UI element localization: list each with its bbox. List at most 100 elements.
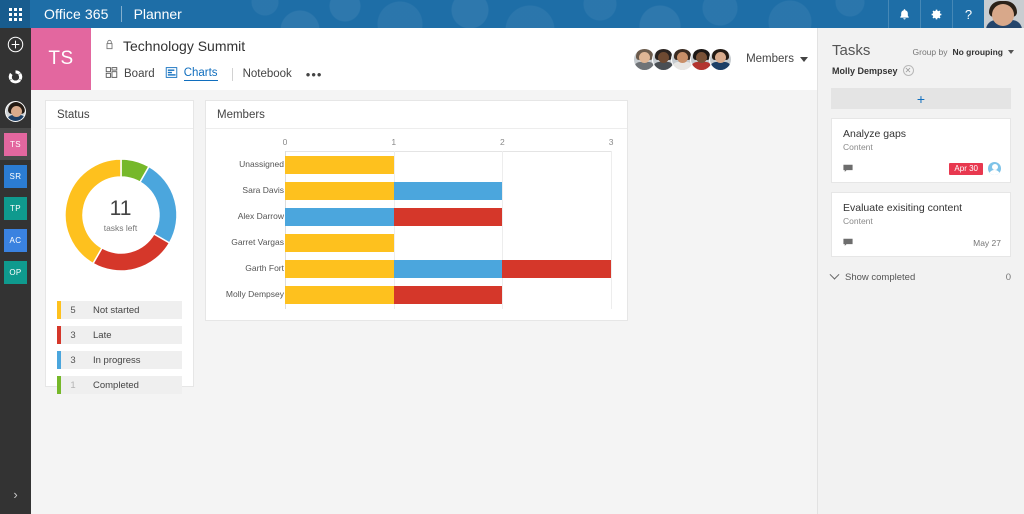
- page-title: Technology Summit: [123, 38, 246, 54]
- legend-label: Completed: [93, 379, 139, 391]
- bar-segment-in-progress[interactable]: [393, 260, 503, 278]
- rail-expand-button[interactable]: ›: [0, 474, 31, 514]
- tasks-panel-title: Tasks: [832, 42, 871, 59]
- bar-row: Garth Fort: [206, 260, 629, 278]
- bar-segment-not-started[interactable]: [285, 286, 394, 304]
- charts-icon: [165, 66, 178, 82]
- bar-segment-late[interactable]: [502, 260, 612, 278]
- plan-avatar-tile: TS: [31, 28, 91, 90]
- rail-plan-tile-sr[interactable]: SR: [0, 160, 31, 192]
- x-axis-tick-2: 2: [500, 137, 505, 147]
- office365-suite-bar: Office 365 Planner ?: [0, 0, 1024, 28]
- bar-segment-not-started[interactable]: [285, 156, 394, 174]
- help-question-icon[interactable]: ?: [952, 0, 984, 28]
- plan-name-row: Technology Summit: [105, 37, 245, 55]
- members-bar-chart: 0 1 2 3 Unassigned Sara Davis Alex Darrow Garr…: [206, 129, 629, 321]
- rail-plan-tile-initials: TP: [4, 196, 27, 220]
- bar-segment-late[interactable]: [393, 286, 503, 304]
- lock-icon: [105, 37, 114, 55]
- member-avatar-list: [633, 47, 733, 71]
- x-axis-tick-0: 0: [282, 137, 288, 147]
- task-card-meta: Apr 30: [949, 162, 1001, 175]
- task-card[interactable]: Evaluate exisiting content Content May 27: [831, 192, 1011, 257]
- planner-hub-icon[interactable]: [0, 61, 31, 94]
- rail-plan-tile-ac[interactable]: AC: [0, 224, 31, 256]
- task-title: Evaluate exisiting content: [843, 202, 963, 214]
- bar-category-label: Alex Darrow: [237, 211, 284, 221]
- legend-row-completed[interactable]: 1 Completed: [57, 376, 182, 394]
- group-by-dropdown[interactable]: Group by No grouping: [913, 47, 1014, 57]
- me-profile-photo[interactable]: [984, 0, 1024, 28]
- add-task-button[interactable]: +: [831, 88, 1011, 109]
- avatar-face: [992, 4, 1014, 26]
- legend-row-in-progress[interactable]: 3 In progress: [57, 351, 182, 369]
- comment-icon[interactable]: [843, 164, 853, 173]
- task-card-footer: Apr 30: [843, 162, 1001, 175]
- board-icon: [105, 66, 118, 82]
- tab-notebook[interactable]: Notebook: [243, 66, 302, 82]
- legend-count: 3: [70, 329, 76, 341]
- legend-label: Not started: [93, 304, 140, 316]
- suite-divider: [120, 6, 122, 22]
- tab-charts[interactable]: Charts: [165, 64, 228, 84]
- members-dropdown[interactable]: Members: [746, 53, 808, 65]
- suite-actions: ?: [888, 0, 1024, 28]
- status-legend: 5 Not started 3 Late 3 In progress 1 Completed: [46, 301, 193, 394]
- bar-segment-in-progress[interactable]: [393, 182, 503, 200]
- rail-plan-tile-op[interactable]: OP: [0, 256, 31, 288]
- legend-row-not-started[interactable]: 5 Not started: [57, 301, 182, 319]
- bar-row: Sara Davis: [206, 182, 629, 200]
- task-card[interactable]: Analyze gaps Content Apr 30: [831, 118, 1011, 183]
- bar-segment-not-started[interactable]: [285, 234, 394, 252]
- planner-app: Office 365 Planner ? TS SR TP AC OP › TS…: [0, 0, 1024, 514]
- x-axis-line: [285, 151, 611, 152]
- rail-plan-tile-ts[interactable]: TS: [0, 128, 31, 160]
- new-plan-button[interactable]: [0, 28, 31, 61]
- avatar-face: [11, 105, 22, 117]
- bar-segment-not-started[interactable]: [285, 260, 394, 278]
- rail-plan-tile-tp[interactable]: TP: [0, 192, 31, 224]
- rail-plan-tile-initials: SR: [4, 164, 27, 188]
- legend-label: In progress: [93, 354, 141, 366]
- comment-icon[interactable]: [843, 238, 853, 247]
- status-card-title: Status: [46, 101, 193, 129]
- due-date-badge-overdue: Apr 30: [949, 162, 983, 175]
- bar-row: Unassigned: [206, 156, 629, 174]
- avatar: [5, 100, 26, 122]
- tab-board[interactable]: Board: [105, 64, 165, 84]
- notification-bell-icon[interactable]: [888, 0, 920, 28]
- tasks-side-panel: Tasks Group by No grouping Molly Dempsey…: [817, 28, 1024, 514]
- tasks-left-count: 11: [109, 196, 132, 220]
- left-nav-rail: TS SR TP AC OP ›: [0, 28, 31, 514]
- suite-title[interactable]: Office 365: [44, 6, 109, 22]
- chevron-down-icon: [1008, 50, 1014, 54]
- plan-more-button[interactable]: •••: [302, 67, 323, 82]
- rail-plan-tile-initials: AC: [4, 228, 27, 252]
- task-card-list: Analyze gaps Content Apr 30 Evaluate exisit…: [818, 118, 1024, 257]
- show-completed-toggle[interactable]: Show completed 0: [829, 269, 1011, 283]
- member-avatar-5[interactable]: [709, 47, 733, 71]
- plan-tabs: Board Charts Notebook •••: [105, 64, 322, 84]
- tab-board-label: Board: [124, 68, 155, 80]
- rail-plan-tile-initials: OP: [4, 260, 27, 284]
- bar-segment-in-progress[interactable]: [285, 208, 394, 226]
- avatar-face: [696, 51, 708, 63]
- due-date-label: May 27: [973, 237, 1001, 248]
- bar-segment-late[interactable]: [393, 208, 503, 226]
- app-title[interactable]: Planner: [134, 6, 182, 22]
- avatar-face: [991, 163, 998, 170]
- app-launcher-button[interactable]: [0, 0, 30, 28]
- task-bucket-label: Content: [843, 142, 873, 152]
- charts-canvas: Status 11 tasks left 5 Not started 3 Late 3 I…: [31, 90, 817, 514]
- legend-count: 5: [70, 304, 76, 316]
- task-bucket-label: Content: [843, 216, 873, 226]
- my-tasks-avatar[interactable]: [0, 94, 31, 128]
- bar-segment-not-started[interactable]: [285, 182, 394, 200]
- bar-category-label: Garth Fort: [245, 263, 284, 273]
- task-assignee-avatar[interactable]: [988, 162, 1001, 175]
- settings-gear-icon[interactable]: [920, 0, 952, 28]
- legend-row-late[interactable]: 3 Late: [57, 326, 182, 344]
- active-filter-chip[interactable]: Molly Dempsey ✕: [818, 59, 1024, 76]
- tab-charts-label: Charts: [183, 67, 218, 81]
- close-icon[interactable]: ✕: [902, 65, 914, 76]
